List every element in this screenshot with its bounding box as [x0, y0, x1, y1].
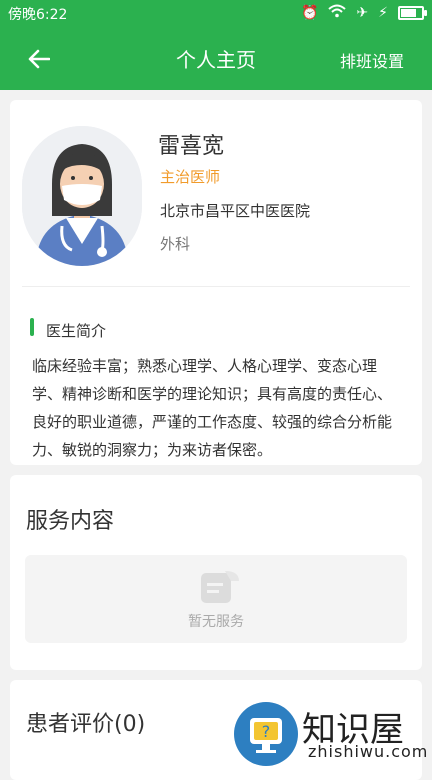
services-empty-state: 暂无服务 [25, 555, 407, 643]
schedule-settings-button[interactable]: 排班设置 [340, 48, 404, 72]
intro-heading: 医生简介 [30, 318, 107, 341]
watermark-logo-icon: ? [234, 702, 298, 766]
doctor-avatar [22, 126, 142, 266]
intro-heading-label: 医生简介 [46, 322, 107, 340]
battery-icon [398, 6, 427, 20]
services-card: 服务内容 暂无服务 [10, 475, 422, 670]
reviews-heading: 患者评价(0) [26, 712, 146, 737]
services-heading: 服务内容 [26, 509, 115, 534]
charging-icon: ⚡ [378, 5, 388, 21]
status-icons: ⏰ ✈ ⚡ [300, 4, 427, 22]
app-bar: 个人主页 排班设置 [0, 26, 432, 90]
status-bar: 傍晚6:22 ⏰ ✈ ⚡ [0, 0, 432, 26]
airplane-icon: ✈ [356, 5, 369, 21]
divider [22, 286, 410, 287]
doctor-name: 雷喜宽 [158, 134, 225, 159]
doctor-department: 外科 [160, 235, 191, 253]
watermark: ? 知识屋 zhishiwu.com [232, 696, 432, 768]
alarm-icon: ⏰ [300, 5, 319, 21]
section-accent-bar [30, 318, 34, 336]
empty-document-icon [201, 571, 239, 603]
profile-card: 雷喜宽 主治医师 北京市昌平区中医医院 外科 医生简介 临床经验丰富；熟悉心理学… [10, 100, 422, 465]
doctor-hospital: 北京市昌平区中医医院 [160, 202, 311, 220]
watermark-url: zhishiwu.com [308, 742, 429, 761]
doctor-title: 主治医师 [160, 168, 221, 186]
services-empty-text: 暂无服务 [188, 614, 244, 630]
svg-text:?: ? [262, 722, 271, 741]
status-time: 傍晚6:22 [8, 7, 68, 23]
wifi-icon [328, 4, 347, 22]
intro-text: 临床经验丰富；熟悉心理学、人格心理学、变态心理学、精神诊断和医学的理论知识；具有… [32, 357, 393, 459]
